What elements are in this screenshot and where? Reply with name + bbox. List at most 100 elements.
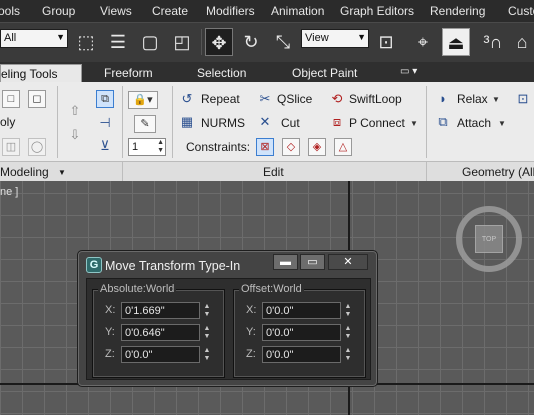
restore-button[interactable]: ▭ [300,254,325,270]
viewcube[interactable]: TOP [456,206,522,272]
select-by-name-icon[interactable]: ☰ [104,28,132,56]
off-z-field[interactable] [262,346,341,363]
off-y-spinner-icon[interactable]: ▲ ▼ [343,325,353,342]
element-mode-icon[interactable]: ◫ [2,138,20,156]
abs-x-field[interactable] [121,302,200,319]
p-connect-button[interactable]: P Connect [349,116,405,130]
pin-stack-icon[interactable]: ⊣ [96,114,114,132]
dialog-title: Move Transform Type-In [105,259,241,273]
tab-freeform[interactable]: Freeform [104,64,153,82]
window-crossing-icon[interactable]: ◰ [168,28,196,56]
edit-poly-label: oly [0,115,16,129]
move-down-icon[interactable]: ⇩ [66,126,84,144]
attach-icon[interactable]: ⧉ [434,113,452,131]
qslice-button[interactable]: QSlice [277,92,312,106]
spinner-arrows-icon[interactable]: ▲ ▼ [157,139,164,155]
abs-z-field[interactable] [121,346,200,363]
ribbon-divider [122,162,123,182]
relax-button[interactable]: Relax [457,92,488,106]
nurms-button[interactable]: NURMS [201,116,245,130]
off-z-spinner-icon[interactable]: ▲ ▼ [343,347,353,364]
tab-selection[interactable]: Selection [197,64,246,82]
use-pivot-icon[interactable]: ⊡ [372,28,400,56]
menu-modifiers[interactable]: Modifiers [206,4,255,18]
select-manipulate-icon[interactable]: ⌖ [409,28,437,56]
viewport-label[interactable]: ne ] [0,186,18,198]
swiftloop-button[interactable]: SwiftLoop [349,92,402,106]
abs-y-label: Y: [105,326,115,338]
group-modeling-label[interactable]: Modeling [0,165,49,179]
border-mode-icon[interactable]: ◻ [28,90,46,108]
select-object-icon[interactable]: ⬚ [72,28,100,56]
menu-rendering[interactable]: Rendering [430,4,485,18]
show-cage-icon[interactable]: ⧉ [96,90,114,108]
menu-graph-editors[interactable]: Graph Editors [340,4,414,18]
iterations-value: 1 [132,141,139,153]
vertex-mode-icon[interactable]: □ [2,90,20,108]
close-button[interactable]: ✕ [328,254,368,270]
nurms-icon[interactable]: ▦ [178,113,196,131]
select-move-icon[interactable]: ✥ [205,28,233,56]
off-x-label: X: [246,304,257,316]
viewcube-top-face[interactable]: TOP [475,225,503,253]
menu-bar: ools Group Views Create Modifiers Animat… [0,0,534,22]
angle-snap-icon[interactable]: ⌂ [508,28,534,56]
menu-views[interactable]: Views [100,4,132,18]
constraint-face-icon[interactable]: ◈ [308,138,326,156]
relax-dropdown-icon[interactable]: ▼ [492,95,500,104]
off-x-spinner-icon[interactable]: ▲ ▼ [343,303,353,320]
selection-filter-value: All [4,32,17,44]
menu-customize[interactable]: Custo [508,4,534,18]
keyboard-shortcut-icon[interactable]: ⏏ [442,28,470,56]
cut-icon[interactable]: ✕ [256,113,274,131]
selection-filter-dropdown[interactable]: All ▼ [0,29,68,48]
p-connect-dropdown-icon[interactable]: ▼ [410,119,418,128]
relax-icon[interactable]: ◗ [434,90,452,108]
abs-x-spinner-icon[interactable]: ▲ ▼ [202,303,212,320]
tab-modeling-tools[interactable]: eling Tools [0,64,82,82]
offset-world-group: Offset:World X: ▲▼ Y: ▲▼ Z: ▲▼ [233,283,366,378]
ribbon-divider [57,86,58,158]
abs-y-spinner-icon[interactable]: ▲ ▼ [202,325,212,342]
chevron-down-icon[interactable]: ▼ [58,168,66,177]
tab-object-paint[interactable]: Object Paint [292,64,357,82]
iterations-spinner[interactable]: 1 ▲ ▼ [128,138,166,156]
p-connect-icon[interactable]: ⧈ [328,113,346,131]
move-up-icon[interactable]: ⇧ [66,102,84,120]
swiftloop-icon[interactable]: ⟲ [328,90,346,108]
minimize-button[interactable]: ▬ [273,254,298,270]
constraint-none-icon[interactable]: ⊠ [256,138,274,156]
menu-create[interactable]: Create [152,4,188,18]
repeat-button[interactable]: Repeat [201,92,240,106]
off-y-field[interactable] [262,324,341,341]
snaps-toggle-icon[interactable]: ³∩ [479,28,507,56]
show-end-result-icon[interactable]: ⊻ [96,137,114,155]
constraint-normal-icon[interactable]: △ [334,138,352,156]
create-icon[interactable]: ⊡ [514,90,532,108]
app-icon: G [86,257,102,273]
constraints-label: Constraints: [186,140,251,154]
group-edit-label: Edit [263,165,284,179]
cut-button[interactable]: Cut [281,116,300,130]
ribbon-options-icon[interactable]: ▭ ▾ [400,64,417,82]
polygon-mode-icon[interactable]: ◯ [28,138,46,156]
attach-button[interactable]: Attach [457,116,491,130]
select-scale-icon[interactable]: ⤡ [269,28,297,56]
ref-coord-system-dropdown[interactable]: View ▼ [301,29,369,48]
main-toolbar: All ▼ ⬚ ☰ ▢ ◰ ✥ ↻ ⤡ View ▼ ⊡ ⌖ ⏏ ³∩ ⌂ [0,22,534,62]
attach-dropdown-icon[interactable]: ▼ [498,119,506,128]
constraint-edge-icon[interactable]: ◇ [282,138,300,156]
menu-animation[interactable]: Animation [271,4,324,18]
abs-z-spinner-icon[interactable]: ▲ ▼ [202,347,212,364]
off-x-field[interactable] [262,302,341,319]
repeat-icon[interactable]: ↺ [178,90,196,108]
paint-selection-icon[interactable]: ✎ [134,115,156,133]
menu-tools[interactable]: ools [0,4,20,18]
select-rotate-icon[interactable]: ↻ [237,28,265,56]
menu-group[interactable]: Group [42,4,75,18]
rect-selection-icon[interactable]: ▢ [136,28,164,56]
abs-y-field[interactable] [121,324,200,341]
lock-selection-icon[interactable]: 🔒▾ [128,91,158,109]
qslice-icon[interactable]: ✂ [256,90,274,108]
abs-z-label: Z: [105,348,115,360]
